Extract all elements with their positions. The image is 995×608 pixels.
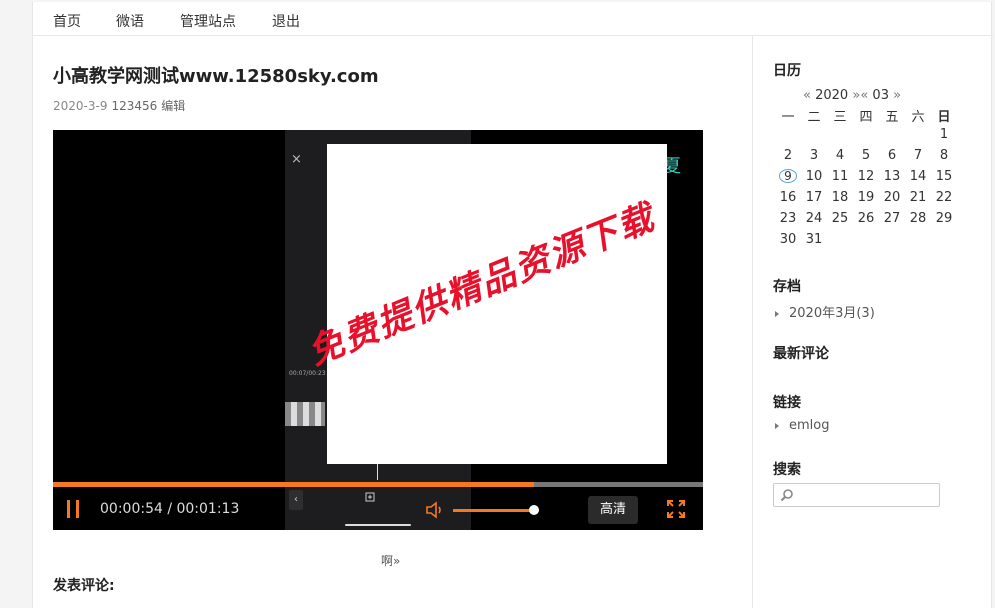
- calendar-weekday: 日: [937, 110, 951, 125]
- post-title[interactable]: 小高教学网测试www.12580sky.com: [53, 62, 379, 88]
- edit-link[interactable]: 编辑: [161, 99, 185, 113]
- phone-close-icon: ×: [291, 152, 302, 167]
- page-frame: 首页 微语 管理站点 退出 小高教学网测试www.12580sky.com 20…: [32, 2, 993, 608]
- nav-twitter[interactable]: 微语: [116, 11, 144, 31]
- calendar-weekday: 五: [885, 110, 899, 125]
- calendar-day: 4: [835, 148, 845, 163]
- search-icon: [780, 489, 793, 502]
- nav-logout[interactable]: 退出: [272, 11, 300, 31]
- calendar-day: 25: [831, 211, 849, 226]
- top-nav: 首页 微语 管理站点 退出: [33, 2, 993, 36]
- search-box[interactable]: [773, 483, 940, 507]
- calendar-day: 21: [909, 190, 927, 205]
- calendar-nav: « 2020 »« 03 »: [803, 88, 901, 103]
- calendar-day: 10: [805, 169, 823, 184]
- calendar-weekday: 三: [833, 110, 847, 125]
- search-title: 搜索: [773, 462, 801, 478]
- calendar-day: 11: [831, 169, 849, 184]
- recent-comments-title: 最新评论: [773, 346, 829, 362]
- search-input[interactable]: [798, 486, 936, 504]
- nav-home[interactable]: 首页: [53, 11, 81, 31]
- calendar-weekday: 四: [859, 110, 873, 125]
- post-meta: 2020-3-9 123456 编辑: [53, 97, 189, 114]
- calendar-day: 8: [939, 148, 949, 163]
- calendar-day: 16: [779, 190, 797, 205]
- read-more-link[interactable]: 啊»: [381, 552, 400, 569]
- post-date: 2020-3-9: [53, 99, 108, 113]
- links-title: 链接: [773, 395, 801, 411]
- phone-panel-icon: [365, 492, 375, 504]
- column-divider: [752, 36, 753, 608]
- calendar-title: 日历: [773, 63, 801, 79]
- calendar-day: 1: [939, 127, 949, 142]
- calendar-day: 18: [831, 190, 849, 205]
- phone-cursor: [377, 464, 378, 480]
- archive-title: 存档: [773, 279, 801, 295]
- phone-back-icon: ‹: [289, 490, 303, 510]
- nav-admin[interactable]: 管理站点: [180, 11, 236, 31]
- prev-month-link[interactable]: «: [860, 88, 868, 103]
- calendar-day: 20: [883, 190, 901, 205]
- calendar-weekday: 六: [911, 110, 925, 125]
- post-author[interactable]: 123456: [111, 99, 157, 113]
- calendar-day: 13: [883, 169, 901, 184]
- volume-icon[interactable]: [425, 500, 445, 520]
- calendar-day: 29: [935, 211, 953, 226]
- calendar-day: 19: [857, 190, 875, 205]
- archive-item[interactable]: 2020年3月(3): [775, 302, 875, 321]
- calendar-day: 31: [805, 232, 823, 247]
- calendar-day: 26: [857, 211, 875, 226]
- video-player[interactable]: × 00:07/00:23 ‹ 夏 免费提供精品资源下载 00:00:54 / …: [53, 130, 703, 530]
- fullscreen-icon[interactable]: [667, 500, 685, 518]
- calendar-day: 30: [779, 232, 797, 247]
- calendar-day: 2: [783, 148, 793, 163]
- phone-home-bar: [345, 524, 411, 526]
- prev-year-link[interactable]: «: [803, 88, 811, 103]
- timecode: 00:00:54 / 00:01:13: [100, 501, 240, 517]
- calendar-day: 12: [857, 169, 875, 184]
- progress-fill: [53, 482, 534, 487]
- calendar-day: 27: [883, 211, 901, 226]
- calendar-today[interactable]: 9: [775, 169, 801, 183]
- calendar-day: 6: [887, 148, 897, 163]
- calendar-day: 17: [805, 190, 823, 205]
- quality-button[interactable]: 高清: [588, 496, 638, 524]
- volume-knob[interactable]: [529, 505, 539, 515]
- calendar-day: 3: [809, 148, 819, 163]
- calendar-year: 2020: [815, 88, 849, 103]
- calendar-weekday: 一: [781, 110, 795, 125]
- calendar-day: 14: [909, 169, 927, 184]
- calendar-day: 15: [935, 169, 953, 184]
- calendar-weekday: 二: [807, 110, 821, 125]
- progress-bar[interactable]: [53, 482, 703, 487]
- link-item[interactable]: emlog: [775, 418, 829, 433]
- calendar-day: 22: [935, 190, 953, 205]
- calendar-day: 5: [861, 148, 871, 163]
- pause-icon[interactable]: [67, 500, 81, 518]
- phone-thumbnails: [285, 402, 325, 426]
- comment-title: 发表评论:: [53, 578, 115, 594]
- calendar-day: 23: [779, 211, 797, 226]
- calendar-day: 28: [909, 211, 927, 226]
- calendar-day: 7: [913, 148, 923, 163]
- next-month-link[interactable]: »: [893, 88, 901, 103]
- calendar-month: 03: [872, 88, 889, 103]
- volume-slider[interactable]: [453, 509, 531, 512]
- calendar-day: 24: [805, 211, 823, 226]
